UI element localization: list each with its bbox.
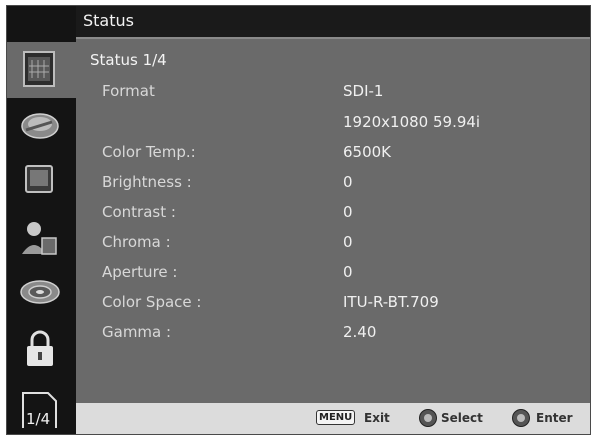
aperture-label: Aperture :	[102, 263, 178, 281]
picture-icon	[21, 113, 59, 139]
gamma-value: 2.40	[343, 323, 377, 341]
exit-hint: Exit	[364, 411, 390, 425]
contrast-label: Contrast :	[102, 203, 176, 221]
monitor-icon	[25, 165, 53, 193]
sidebar-item-page-indicator[interactable]: 1/4	[7, 378, 76, 434]
sidebar: 1/4	[7, 6, 76, 434]
sidebar-item-picture[interactable]	[7, 98, 76, 154]
sidebar-item-lock[interactable]	[7, 322, 76, 378]
disc-icon	[20, 280, 60, 304]
lock-icon	[27, 330, 53, 366]
color-space-label: Color Space :	[102, 293, 202, 311]
sidebar-item-monitor[interactable]	[7, 154, 76, 210]
title-bar: Status	[76, 6, 590, 39]
menu-key-icon[interactable]: MENU	[316, 410, 356, 425]
sidebar-item-disc[interactable]	[7, 266, 76, 322]
status-panel: Status 1/4 Format SDI-1 1920x1080 59.94i…	[76, 39, 590, 403]
page-title: Status	[83, 11, 134, 30]
brightness-label: Brightness :	[102, 173, 192, 191]
format-label: Format	[102, 82, 155, 100]
select-knob-icon	[419, 409, 437, 427]
color-space-value: ITU-R-BT.709	[343, 293, 439, 311]
color-temp-label: Color Temp.:	[102, 143, 196, 161]
contrast-value: 0	[343, 203, 353, 221]
page-indicator-label: 1/4	[26, 410, 50, 428]
chroma-value: 0	[343, 233, 353, 251]
color-temp-value: 6500K	[343, 143, 392, 161]
format-value: SDI-1	[343, 82, 384, 100]
resolution-value: 1920x1080 59.94i	[343, 113, 481, 131]
sidebar-item-status[interactable]	[7, 42, 76, 98]
brightness-value: 0	[343, 173, 353, 191]
enter-hint: Enter	[536, 411, 573, 425]
status-icon	[23, 51, 55, 87]
aperture-value: 0	[343, 263, 353, 281]
user-settings-icon	[22, 222, 57, 255]
footer-hint-bar: MENU Exit Select Enter	[76, 403, 590, 434]
page-indicator-icon: 1/4	[22, 392, 57, 428]
select-hint: Select	[441, 411, 483, 425]
osd-window: 1/4 Status Status 1/4 Format SDI-1 1920x…	[6, 5, 591, 435]
gamma-label: Gamma :	[102, 323, 172, 341]
status-heading: Status 1/4	[90, 51, 167, 69]
sidebar-item-user-settings[interactable]	[7, 210, 76, 266]
chroma-label: Chroma :	[102, 233, 171, 251]
enter-knob-icon	[512, 409, 530, 427]
